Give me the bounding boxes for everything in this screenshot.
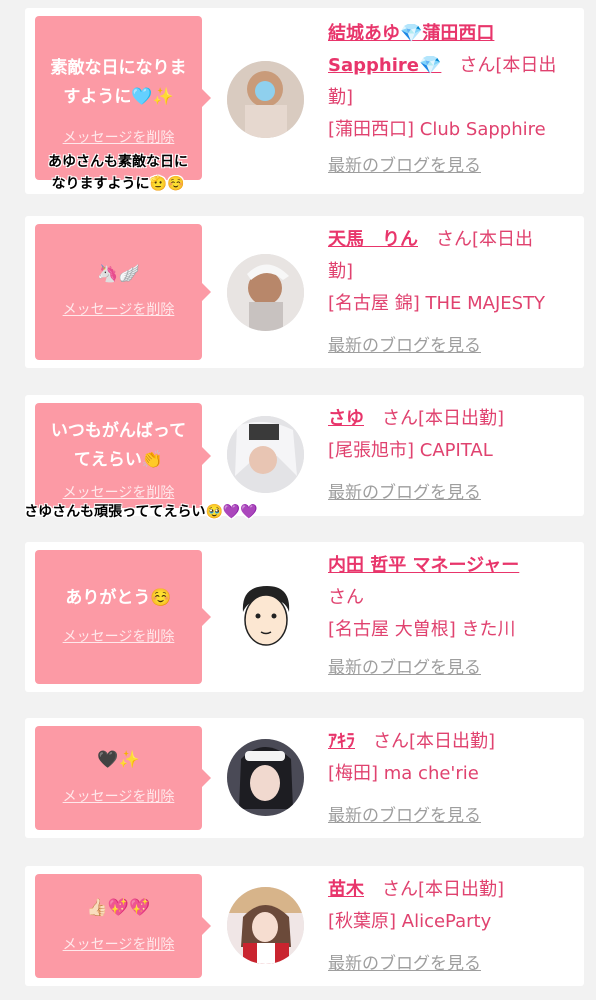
name-suffix: 勤] [328,87,354,108]
name-suffix: さん [328,587,364,608]
latest-blog-link[interactable]: 最新のブログを見る [328,657,481,679]
avatar[interactable] [227,578,304,655]
latest-blog-link[interactable]: 最新のブログを見る [328,953,481,975]
message-bubble: ありがとう☺️ メッセージを削除 [35,550,211,684]
message-line: すように🩵✨ [63,87,174,107]
comment-line: あゆさんも素敵な日に [48,154,188,170]
comment-line: さゆさんも頑張っててえらい🥹💜💜 [24,504,258,520]
message-line: 🦄🪽 [97,264,140,284]
message-line: てえらい👏 [73,450,164,470]
cast-name[interactable]: Sapphire💎 [328,55,441,76]
cast-info: 内田 哲平 マネージャー さん [名古屋 大曽根] きた川 [328,550,578,646]
cast-info: 結城あゆ💎蒲田西口 Sapphire💎 さん[本日出 勤] [蒲田西口] Clu… [328,18,578,146]
delete-message-link[interactable]: メッセージを削除 [35,788,202,806]
latest-blog-link[interactable]: 最新のブログを見る [328,335,481,357]
message-bubble: 🖤✨ メッセージを削除 [35,726,211,830]
delete-message-link[interactable]: メッセージを削除 [35,936,202,954]
message-card: 👍🏻💖💖 メッセージを削除 苗木 さん[本日出勤] [秋葉原] AlicePar… [25,866,584,986]
cast-name[interactable]: ｱｷﾗ [328,731,355,752]
message-line: いつもがんばって [50,421,187,441]
message-line: 素敵な日になりま [50,58,187,78]
avatar[interactable] [227,61,304,138]
cast-name[interactable]: さゆ [328,408,364,429]
avatar[interactable] [227,416,304,493]
message-text: いつもがんばって てえらい👏 [39,417,198,475]
latest-blog-link[interactable]: 最新のブログを見る [328,805,481,827]
shop-name: [名古屋 錦] THE MAJESTY [328,293,546,314]
cast-name[interactable]: 結城あゆ💎蒲田西口 [328,23,494,44]
overlay-comment: さゆさんも頑張っててえらい🥹💜💜 [6,501,276,523]
shop-name: [梅田] ma che'rie [328,763,479,784]
overlay-comment: あゆさんも素敵な日に なりますように🫡☺️ [28,151,208,195]
cast-name[interactable]: 苗木 [328,879,364,900]
shop-name: [秋葉原] AliceParty [328,911,492,932]
message-text: 🖤✨ [39,746,198,775]
latest-blog-link[interactable]: 最新のブログを見る [328,482,481,504]
shop-name: [名古屋 大曽根] きた川 [328,619,516,640]
name-suffix: さん[本日出 [459,55,557,76]
message-card: ありがとう☺️ メッセージを削除 内田 哲平 マネージャー さん [名古屋 大曽… [25,542,584,692]
delete-message-link[interactable]: メッセージを削除 [35,129,202,147]
comment-line: なりますように🫡☺️ [51,176,185,192]
name-suffix: 勤] [328,261,354,282]
delete-message-link[interactable]: メッセージを削除 [35,628,202,646]
message-bubble: 👍🏻💖💖 メッセージを削除 [35,874,211,978]
cast-name[interactable]: 内田 哲平 マネージャー [328,555,519,576]
delete-message-link[interactable]: メッセージを削除 [35,484,202,502]
latest-blog-link[interactable]: 最新のブログを見る [328,155,481,177]
cast-info: 天馬 りん さん[本日出 勤] [名古屋 錦] THE MAJESTY [328,224,578,320]
message-card: 🦄🪽 メッセージを削除 天馬 りん さん[本日出 勤] [名古屋 錦] THE … [25,216,584,368]
message-bubble: 🦄🪽 メッセージを削除 [35,224,211,360]
message-line: ありがとう☺️ [65,588,172,608]
name-suffix: さん[本日出勤] [382,879,505,900]
message-text: ありがとう☺️ [39,584,198,613]
name-suffix: さん[本日出勤] [373,731,496,752]
avatar[interactable] [227,739,304,816]
avatar[interactable] [227,254,304,331]
delete-message-link[interactable]: メッセージを削除 [35,301,202,319]
message-text: 素敵な日になりま すように🩵✨ [39,54,198,112]
cast-info: ｱｷﾗ さん[本日出勤] [梅田] ma che'rie [328,726,578,790]
cast-info: 苗木 さん[本日出勤] [秋葉原] AliceParty [328,874,578,938]
cast-info: さゆ さん[本日出勤] [尾張旭市] CAPITAL [328,403,578,467]
name-suffix: さん[本日出勤] [382,408,505,429]
shop-name: [尾張旭市] CAPITAL [328,440,493,461]
message-bubble: いつもがんばって てえらい👏 メッセージを削除 [35,403,211,508]
message-text: 👍🏻💖💖 [39,894,198,923]
message-line: 👍🏻💖💖 [86,898,151,918]
cast-name[interactable]: 天馬 りん [328,229,418,250]
message-card: 🖤✨ メッセージを削除 ｱｷﾗ さん[本日出勤] [梅田] ma che'rie… [25,718,584,838]
avatar[interactable] [227,887,304,964]
message-line: 🖤✨ [97,750,140,770]
message-text: 🦄🪽 [39,260,198,289]
name-suffix: さん[本日出 [436,229,534,250]
message-card: いつもがんばって てえらい👏 メッセージを削除 さゆ さん[本日出勤] [尾張旭… [25,395,584,516]
shop-name: [蒲田西口] Club Sapphire [328,119,546,140]
